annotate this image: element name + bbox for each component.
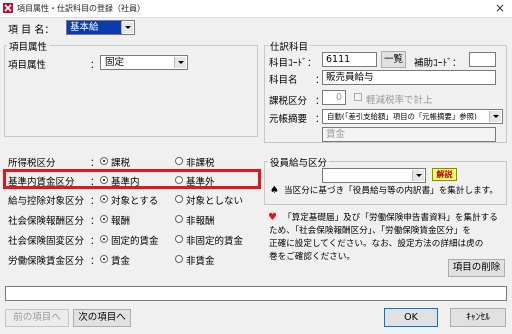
chevron-down-icon: [412, 170, 424, 181]
tax-class-label: 課税区分: [269, 96, 308, 107]
tax-radio-nontaxable[interactable]: [175, 157, 183, 165]
social-comp-radio-comp[interactable]: [100, 215, 108, 223]
notice-line-4: 巻をご確認ください。: [269, 252, 355, 262]
journal-group-legend: 仕訳科目: [268, 39, 311, 53]
tax-radio-taxable[interactable]: [100, 157, 108, 165]
deduction-radio-nontarget[interactable]: [175, 195, 183, 203]
tax-class-value: 0: [335, 92, 342, 103]
tax-opt1-label: 課税: [111, 158, 131, 169]
attr-label: 項目属性: [8, 60, 47, 71]
social-comp-opt1-label: 報酬: [111, 216, 131, 227]
colon: ：: [90, 177, 100, 188]
explanation-button[interactable]: 解説: [432, 168, 457, 181]
prev-item-button[interactable]: 前の項目へ: [5, 309, 69, 327]
item-name-dropdown[interactable]: [121, 20, 135, 35]
social-fixed-radio-nonfixed[interactable]: [175, 235, 183, 243]
social-comp-label: 社会保険報酬区分: [8, 216, 85, 227]
notice-line-1: 「算定基礎届」及び「労働保険申告書資料」を集計する: [283, 213, 498, 223]
delete-item-button[interactable]: 項目の削除: [448, 259, 505, 277]
standard-label: 基準内賃金区分: [8, 177, 75, 188]
tax-class-input[interactable]: 0: [322, 90, 346, 105]
aux-label: 補助ｺｰﾄﾞ：: [414, 58, 462, 69]
name-value: 販売員給与: [326, 72, 374, 83]
name-input[interactable]: 販売員給与: [322, 70, 496, 85]
prev-item-label: 前の項目へ: [13, 312, 61, 323]
social-fixed-label: 社会保険固変区分: [8, 236, 85, 247]
labor-label: 労働保険賃金区分: [8, 256, 85, 267]
item-name-value: 基本給: [70, 22, 99, 33]
attr-select[interactable]: 固定: [100, 55, 188, 70]
tax-label: 所得税区分: [8, 158, 56, 169]
attr-select-value: 固定: [105, 57, 125, 68]
spade-icon: ♠: [270, 185, 279, 196]
summary-select-value: 自動(「差引支給額」項目の「元帳摘要」参照): [327, 112, 477, 121]
colon: ：: [90, 236, 100, 247]
social-comp-radio-noncomp[interactable]: [175, 215, 183, 223]
labor-opt1-label: 賃金: [111, 256, 131, 267]
heart-icon: ♥: [268, 212, 277, 223]
standard-opt2-label: 基準外: [186, 177, 215, 188]
colon: ：: [90, 158, 100, 169]
code-value: 6111: [326, 54, 351, 65]
colon: ：: [90, 256, 100, 267]
status-field: [5, 286, 507, 301]
summary-text: 賃金: [322, 127, 496, 142]
reduced-rate-label: 軽減税率で計上: [366, 95, 433, 106]
colon: ：: [90, 60, 100, 71]
colon: ：: [90, 196, 100, 207]
deduction-opt2-label: 対象としない: [186, 196, 244, 207]
explanation-label: 解説: [436, 170, 453, 179]
officer-select[interactable]: [322, 168, 426, 183]
item-name-input[interactable]: 基本給: [66, 20, 122, 35]
list-button[interactable]: 一覧: [381, 51, 406, 68]
cancel-button[interactable]: ｷｬﾝｾﾙ: [450, 308, 506, 327]
reduced-rate-checkbox[interactable]: [354, 93, 362, 101]
standard-opt1-label: 基準内: [111, 177, 140, 188]
officer-note: 当区分に基づき「役員給与等の内訳書」を集計します。: [284, 186, 498, 196]
deduction-label: 給与控除対象区分: [8, 196, 85, 207]
notice-line-2: ため、「社会保険報酬区分」、「労働保険賃金区分」を: [269, 226, 471, 236]
deduction-opt1-label: 対象とする: [111, 196, 159, 207]
tax-opt2-label: 非課税: [186, 158, 215, 169]
ok-button[interactable]: OK: [384, 308, 438, 327]
chevron-down-icon: [489, 111, 501, 122]
labor-opt2-label: 非賃金: [186, 256, 215, 267]
labor-radio-nonwage[interactable]: [175, 255, 183, 263]
app-icon: [3, 3, 13, 13]
item-name-label: 項 目 名：: [8, 25, 55, 36]
summary-label: 元帳摘要: [269, 114, 308, 125]
aux-input[interactable]: [469, 52, 496, 67]
summary-text-value: 賃金: [326, 129, 346, 140]
standard-radio-inside[interactable]: [100, 176, 108, 184]
window-title: 項目属性・仕訳科目の登録（社員）: [17, 4, 145, 13]
next-item-button[interactable]: 次の項目へ: [73, 309, 131, 327]
colon: ：: [90, 216, 100, 227]
close-icon[interactable]: ×: [492, 1, 508, 15]
chevron-down-icon: [121, 22, 133, 33]
attr-group-legend: 項目属性: [7, 39, 50, 53]
social-fixed-opt2-label: 非固定的賃金: [186, 236, 244, 247]
code-label: 科目ｺｰﾄﾞ：: [269, 58, 317, 69]
labor-radio-wage[interactable]: [100, 255, 108, 263]
social-fixed-radio-fixed[interactable]: [100, 235, 108, 243]
officer-group-legend: 役員給与区分: [268, 155, 330, 169]
next-item-label: 次の項目へ: [78, 312, 126, 323]
delete-item-label: 項目の削除: [452, 262, 501, 273]
deduction-radio-target[interactable]: [100, 195, 108, 203]
list-button-label: 一覧: [383, 54, 403, 65]
cancel-label: ｷｬﾝｾﾙ: [466, 312, 490, 323]
social-fixed-opt1-label: 固定的賃金: [111, 236, 159, 247]
code-input[interactable]: 6111: [322, 52, 377, 67]
social-comp-opt2-label: 非報酬: [186, 216, 215, 227]
summary-select[interactable]: 自動(「差引支給額」項目の「元帳摘要」参照): [322, 109, 503, 124]
notice-line-3: 正確に設定してください。なお、設定方法の詳細は虎の: [269, 239, 484, 249]
ok-label: OK: [404, 312, 418, 323]
name-label: 科目名: [269, 75, 298, 86]
standard-radio-outside[interactable]: [175, 176, 183, 184]
chevron-down-icon: [174, 57, 186, 68]
